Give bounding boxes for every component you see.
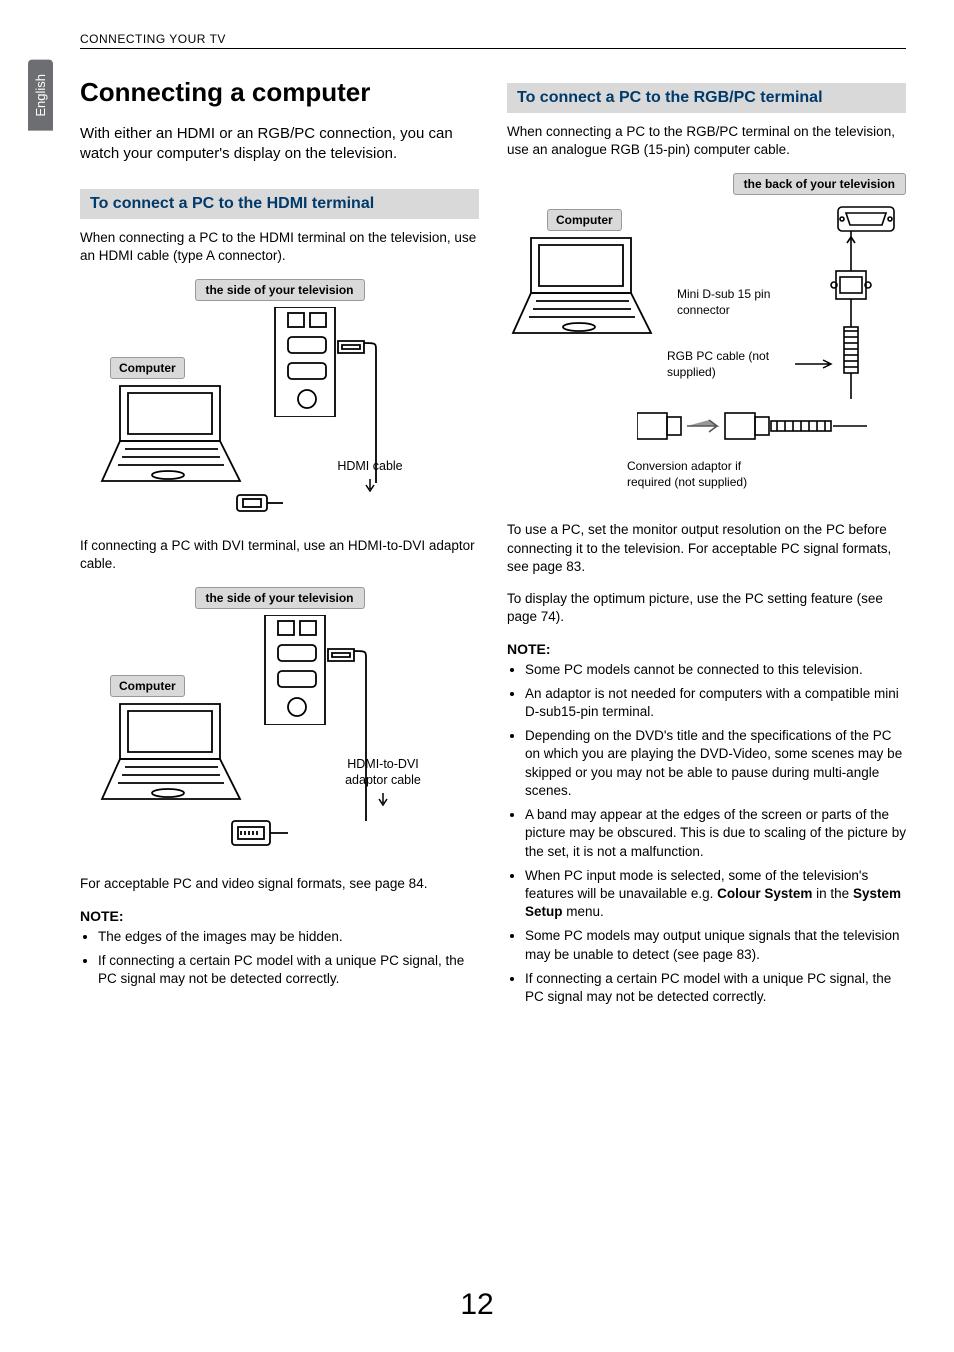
dvi-cable-label: HDMI-to-DVI adaptor cable [328,757,438,806]
page-title: Connecting a computer [80,77,479,108]
language-tab: English [28,60,53,131]
note-list-right: Some PC models cannot be connected to th… [507,661,906,1007]
dvi-plug-icon [230,817,290,856]
left-column: Connecting a computer With either an HDM… [80,77,479,1022]
arrow-right-icon [795,356,835,374]
note-item: The edges of the images may be hidden. [98,928,479,946]
laptop-icon [100,381,260,491]
rgb-cable-label: RGB PC cable (not supplied) [667,349,797,380]
dvi-body: If connecting a PC with DVI terminal, us… [80,537,479,573]
note-item: Some PC models cannot be connected to th… [525,661,906,679]
note-item: If connecting a certain PC model with a … [525,970,906,1006]
note-item: An adaptor is not needed for computers w… [525,685,906,721]
diagram-label-tv-back: the back of your television [733,173,906,195]
note-item: If connecting a certain PC model with a … [98,952,479,988]
section-heading-rgb: To connect a PC to the RGB/PC terminal [507,83,906,113]
right-column: To connect a PC to the RGB/PC terminal W… [507,77,906,1022]
page-number: 12 [0,1288,954,1322]
intro-paragraph: With either an HDMI or an RGB/PC connect… [80,124,479,165]
hdmi-plug-bottom-icon [235,489,285,522]
rgb-para2: To display the optimum picture, use the … [507,590,906,626]
rgb-body: When connecting a PC to the RGB/PC termi… [507,123,906,159]
computer-label: Computer [110,357,185,379]
mini-dsub-label: Mini D-sub 15 pin connector [677,287,797,318]
note-item: When PC input mode is selected, some of … [525,867,906,922]
section-heading-hdmi: To connect a PC to the HDMI terminal [80,189,479,219]
diagram-dvi: the side of your television Computer [80,587,479,867]
note-item: Depending on the DVD's title and the spe… [525,727,906,800]
note-item: Some PC models may output unique signals… [525,927,906,963]
note-item: A band may appear at the edges of the sc… [525,806,906,861]
diagram-label-tv-side: the side of your television [194,279,364,301]
hdmi-plug-icon-2 [326,641,416,836]
diagram-rgb: the back of your television Computer [507,173,906,513]
adaptor-label: Conversion adaptor if required (not supp… [627,459,767,490]
rgb-para1: To use a PC, set the monitor output reso… [507,521,906,576]
running-header: CONNECTING YOUR TV [80,32,906,49]
laptop-icon-3 [511,233,671,343]
computer-label-3: Computer [547,209,622,231]
note-list-left: The edges of the images may be hidden. If… [80,928,479,989]
note-heading-left: NOTE: [80,908,479,924]
diagram-label-tv-side-2: the side of your television [194,587,364,609]
hdmi-body: When connecting a PC to the HDMI termina… [80,229,479,265]
formats-text: For acceptable PC and video signal forma… [80,875,479,893]
hdmi-cable-label: HDMI cable [320,459,420,493]
note-heading-right: NOTE: [507,641,906,657]
vga-cable-icon [826,231,876,406]
diagram-hdmi: the side of your television Computer [80,279,479,529]
computer-label-2: Computer [110,675,185,697]
vga-connectors-icon [637,403,877,458]
laptop-icon-2 [100,699,260,809]
